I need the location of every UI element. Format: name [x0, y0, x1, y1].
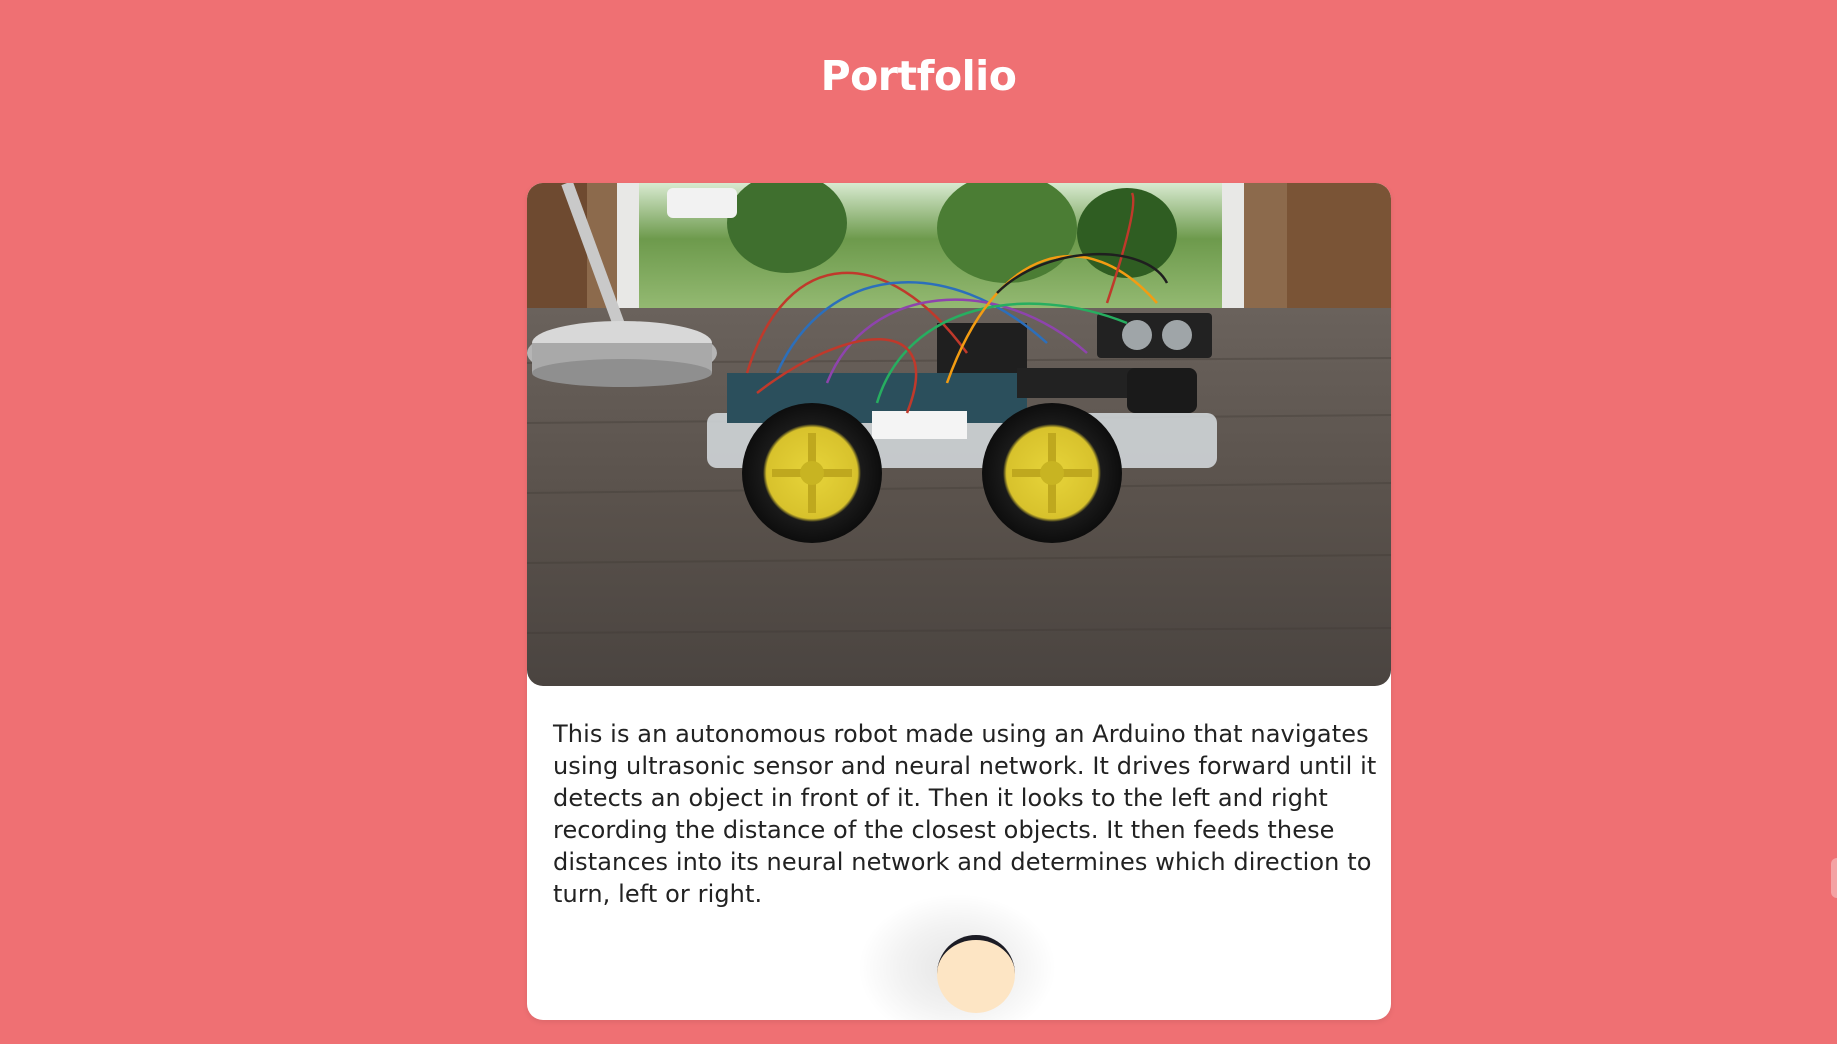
portfolio-page: Portfolio This is an autonomous robot ma… — [0, 0, 1837, 1044]
project-card: This is an autonomous robot made using a… — [527, 183, 1391, 1020]
robot-car-image — [527, 183, 1391, 686]
half-moon-toggle-icon[interactable] — [937, 935, 1015, 1013]
project-photo — [527, 183, 1391, 686]
project-description: This is an autonomous robot made using a… — [553, 720, 1377, 908]
side-edge-handle — [1831, 858, 1837, 898]
page-title: Portfolio — [820, 52, 1017, 100]
